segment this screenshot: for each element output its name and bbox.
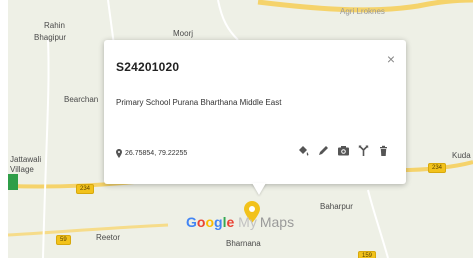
place-bhagipur: Bhagipur [34,33,67,42]
popup-description: Primary School Purana Bharthana Middle E… [116,98,282,107]
place-village: Village [10,165,34,174]
coordinates-text: 26.75854, 79.22255 [125,150,188,157]
place-bearchan: Bearchan [64,95,99,104]
place-faint-top: Agri Lroknes [340,7,385,16]
info-window-pointer [252,183,266,195]
popup-toolbar [297,144,390,157]
highway-shield-234-left: 234 [76,184,95,194]
place-moorj: Moorj [173,29,194,38]
popup-title: S24201020 [116,60,180,74]
coordinates-row: 26.75854, 79.22255 [116,149,187,158]
place-rahin: Rahin [44,21,65,30]
pencil-icon[interactable] [317,144,330,157]
highway-shield-234-right: 234 [428,163,447,173]
place-reetor: Reetor [96,233,121,242]
place-jattawali: Jattawali [10,155,42,164]
info-window: S24201020 × Primary School Purana Bharth… [104,40,406,184]
screenshot-frame: Rahin Bhagipur Moorj Bearchan Jattawali … [0,0,473,258]
location-pin-icon [116,149,122,158]
paint-bucket-icon[interactable] [297,144,310,157]
place-kuda: Kuda [452,151,471,160]
directions-fork-icon[interactable] [357,144,370,157]
place-bharnana: Bharnana [226,239,261,248]
highway-shield-59: 59 [56,235,71,245]
camera-icon[interactable] [337,144,350,157]
highway-shield-159: 159 [358,251,377,258]
trash-icon[interactable] [377,144,390,157]
close-icon[interactable]: × [384,52,398,66]
google-my-maps-logo: Google My Maps [186,214,295,230]
place-baharpur: Baharpur [320,202,353,211]
